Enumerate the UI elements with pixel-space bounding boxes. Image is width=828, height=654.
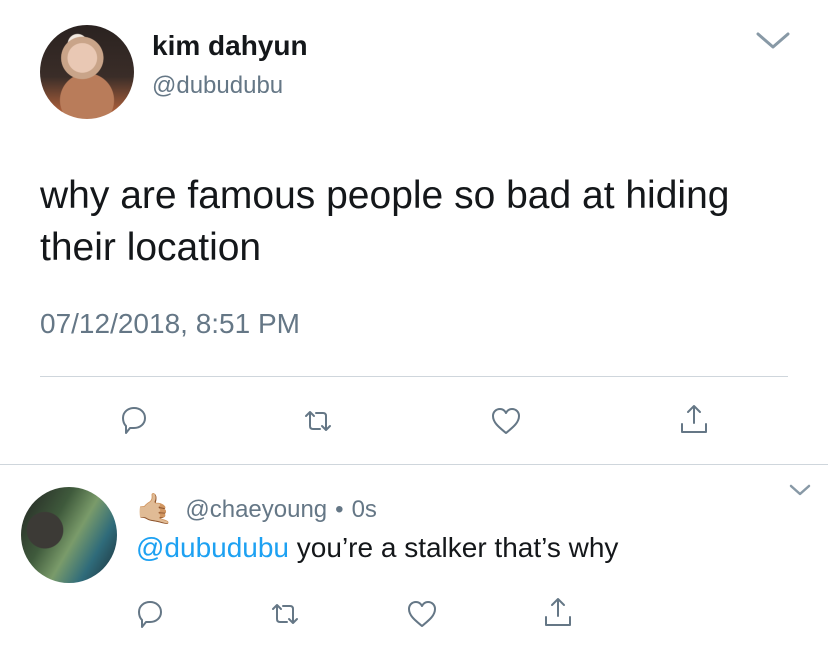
reply-age: 0s [351, 495, 377, 523]
author-handle[interactable]: @dubudubu [152, 72, 283, 100]
share-icon[interactable] [677, 402, 711, 436]
tweet-timestamp: 07/12/2018, 8:51 PM [40, 308, 300, 339]
reply-header: 🤙🏼 @chaeyoung • 0s [136, 492, 377, 527]
reply-icon[interactable] [117, 403, 151, 437]
chevron-down-icon[interactable] [755, 30, 791, 52]
tweet-text: why are famous people so bad at hiding t… [40, 174, 730, 269]
separator-dot: • [335, 495, 344, 523]
divider [40, 376, 788, 377]
chevron-down-icon[interactable] [788, 482, 812, 498]
divider [0, 464, 828, 465]
like-icon[interactable] [489, 404, 523, 438]
reply-avatar[interactable] [21, 487, 117, 583]
retweet-icon[interactable] [301, 404, 335, 438]
reply-author-handle[interactable]: @chaeyoung [185, 496, 327, 524]
mention-link[interactable]: @dubudubu [136, 532, 289, 563]
like-icon[interactable] [405, 597, 439, 631]
author-name[interactable]: kim dahyun [152, 30, 308, 62]
call-me-hand-emoji: 🤙🏼 [136, 493, 174, 526]
reply-text: @dubudubu you’re a stalker that’s why [136, 532, 618, 564]
retweet-icon[interactable] [268, 597, 302, 631]
reply-icon[interactable] [133, 597, 167, 631]
share-icon[interactable] [541, 595, 575, 629]
author-avatar[interactable] [40, 25, 134, 119]
reply-body: you’re a stalker that’s why [289, 532, 619, 563]
